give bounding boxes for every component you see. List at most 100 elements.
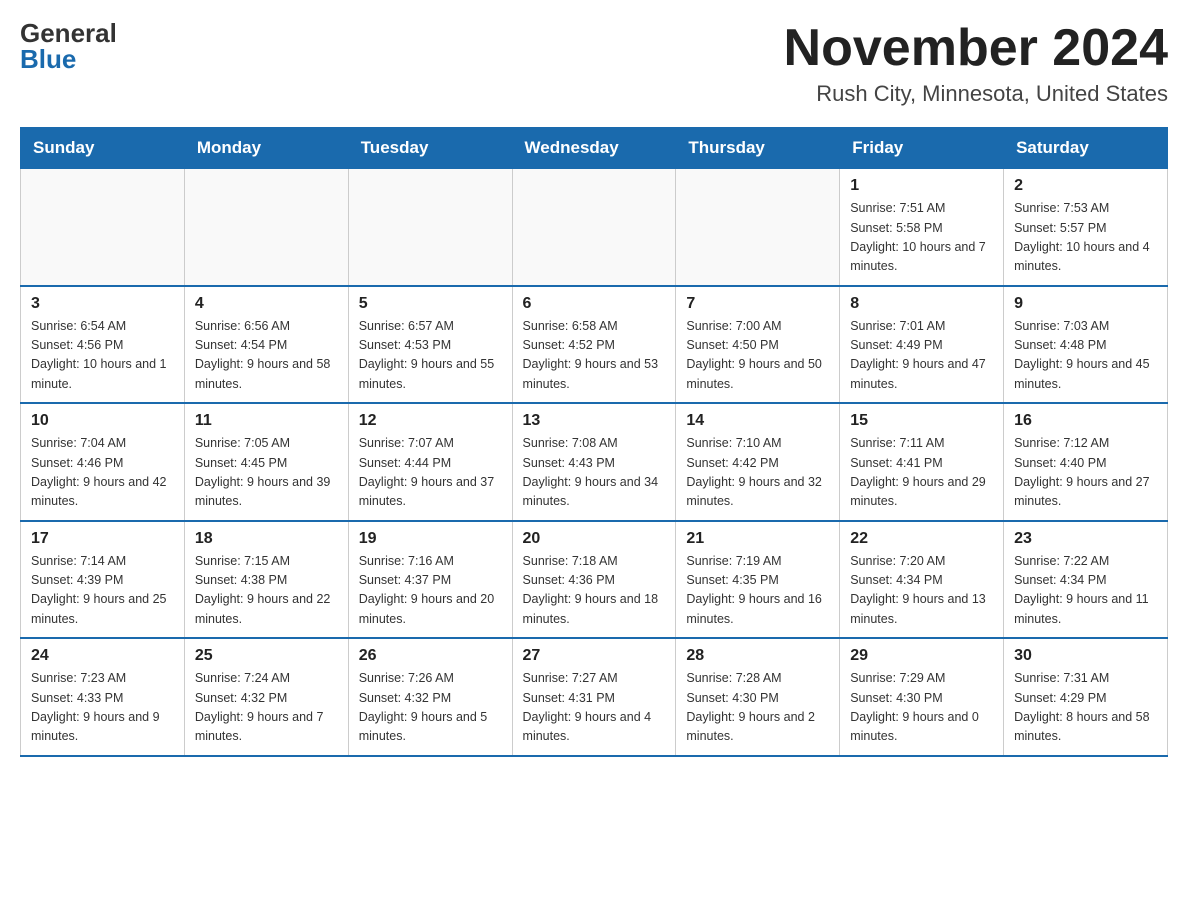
- day-info: Sunrise: 7:29 AMSunset: 4:30 PMDaylight:…: [850, 669, 993, 747]
- day-info: Sunrise: 6:58 AMSunset: 4:52 PMDaylight:…: [523, 317, 666, 395]
- calendar-cell: 19 Sunrise: 7:16 AMSunset: 4:37 PMDayligh…: [348, 521, 512, 639]
- day-number: 3: [31, 295, 174, 313]
- day-number: 26: [359, 647, 502, 665]
- calendar-cell: 29 Sunrise: 7:29 AMSunset: 4:30 PMDayligh…: [840, 638, 1004, 756]
- day-info: Sunrise: 7:04 AMSunset: 4:46 PMDaylight:…: [31, 434, 174, 512]
- calendar-cell: 24Sunrise: 7:23 AMSunset: 4:33 PMDayligh…: [21, 638, 185, 756]
- day-number: 27: [523, 647, 666, 665]
- calendar-week-row: 1Sunrise: 7:51 AMSunset: 5:58 PMDaylight…: [21, 169, 1168, 286]
- day-number: 12: [359, 412, 502, 430]
- calendar-cell: 4Sunrise: 6:56 AMSunset: 4:54 PMDaylight…: [184, 286, 348, 404]
- day-number: 6: [523, 295, 666, 313]
- calendar-cell: 18Sunrise: 7:15 AMSunset: 4:38 PMDayligh…: [184, 521, 348, 639]
- calendar-cell: 1Sunrise: 7:51 AMSunset: 5:58 PMDaylight…: [840, 169, 1004, 286]
- day-info: Sunrise: 7:31 AMSunset: 4:29 PMDaylight:…: [1014, 669, 1157, 747]
- calendar-cell: 2 Sunrise: 7:53 AMSunset: 5:57 PMDaylight…: [1004, 169, 1168, 286]
- calendar-cell: 7 Sunrise: 7:00 AMSunset: 4:50 PMDaylight…: [676, 286, 840, 404]
- title-block: November 2024 Rush City, Minnesota, Unit…: [784, 20, 1168, 107]
- day-number: 8: [850, 295, 993, 313]
- calendar-cell: 8Sunrise: 7:01 AMSunset: 4:49 PMDaylight…: [840, 286, 1004, 404]
- day-number: 25: [195, 647, 338, 665]
- calendar-table: SundayMondayTuesdayWednesdayThursdayFrid…: [20, 127, 1168, 757]
- day-info: Sunrise: 7:19 AMSunset: 4:35 PMDaylight:…: [686, 552, 829, 630]
- day-number: 11: [195, 412, 338, 430]
- calendar-cell: 27Sunrise: 7:27 AMSunset: 4:31 PMDayligh…: [512, 638, 676, 756]
- day-number: 10: [31, 412, 174, 430]
- day-info: Sunrise: 7:05 AMSunset: 4:45 PMDaylight:…: [195, 434, 338, 512]
- weekday-header-tuesday: Tuesday: [348, 128, 512, 169]
- weekday-header-sunday: Sunday: [21, 128, 185, 169]
- weekday-header-saturday: Saturday: [1004, 128, 1168, 169]
- month-title: November 2024: [784, 20, 1168, 77]
- day-info: Sunrise: 7:23 AMSunset: 4:33 PMDaylight:…: [31, 669, 174, 747]
- day-number: 20: [523, 530, 666, 548]
- day-info: Sunrise: 7:00 AMSunset: 4:50 PMDaylight:…: [686, 317, 829, 395]
- calendar-cell: 17Sunrise: 7:14 AMSunset: 4:39 PMDayligh…: [21, 521, 185, 639]
- calendar-cell: [348, 169, 512, 286]
- calendar-cell: 23 Sunrise: 7:22 AMSunset: 4:34 PMDayligh…: [1004, 521, 1168, 639]
- day-info: Sunrise: 7:18 AMSunset: 4:36 PMDaylight:…: [523, 552, 666, 630]
- day-info: Sunrise: 7:11 AMSunset: 4:41 PMDaylight:…: [850, 434, 993, 512]
- calendar-cell: 22 Sunrise: 7:20 AMSunset: 4:34 PMDayligh…: [840, 521, 1004, 639]
- calendar-week-row: 3 Sunrise: 6:54 AMSunset: 4:56 PMDaylight…: [21, 286, 1168, 404]
- calendar-week-row: 17Sunrise: 7:14 AMSunset: 4:39 PMDayligh…: [21, 521, 1168, 639]
- day-info: Sunrise: 7:20 AMSunset: 4:34 PMDaylight:…: [850, 552, 993, 630]
- calendar-cell: 14Sunrise: 7:10 AMSunset: 4:42 PMDayligh…: [676, 403, 840, 521]
- day-number: 30: [1014, 647, 1157, 665]
- calendar-cell: [512, 169, 676, 286]
- calendar-cell: 6 Sunrise: 6:58 AMSunset: 4:52 PMDaylight…: [512, 286, 676, 404]
- day-number: 13: [523, 412, 666, 430]
- day-info: Sunrise: 7:15 AMSunset: 4:38 PMDaylight:…: [195, 552, 338, 630]
- weekday-header-row: SundayMondayTuesdayWednesdayThursdayFrid…: [21, 128, 1168, 169]
- calendar-cell: 11 Sunrise: 7:05 AMSunset: 4:45 PMDayligh…: [184, 403, 348, 521]
- day-info: Sunrise: 7:22 AMSunset: 4:34 PMDaylight:…: [1014, 552, 1157, 630]
- calendar-header: SundayMondayTuesdayWednesdayThursdayFrid…: [21, 128, 1168, 169]
- day-number: 22: [850, 530, 993, 548]
- day-number: 29: [850, 647, 993, 665]
- logo: General Blue: [20, 20, 117, 72]
- calendar-cell: 25 Sunrise: 7:24 AMSunset: 4:32 PMDayligh…: [184, 638, 348, 756]
- weekday-header-monday: Monday: [184, 128, 348, 169]
- location-title: Rush City, Minnesota, United States: [784, 81, 1168, 107]
- day-number: 5: [359, 295, 502, 313]
- day-number: 23: [1014, 530, 1157, 548]
- weekday-header-friday: Friday: [840, 128, 1004, 169]
- day-info: Sunrise: 7:51 AMSunset: 5:58 PMDaylight:…: [850, 199, 993, 277]
- day-info: Sunrise: 7:07 AMSunset: 4:44 PMDaylight:…: [359, 434, 502, 512]
- calendar-cell: 30 Sunrise: 7:31 AMSunset: 4:29 PMDayligh…: [1004, 638, 1168, 756]
- calendar-week-row: 24Sunrise: 7:23 AMSunset: 4:33 PMDayligh…: [21, 638, 1168, 756]
- day-number: 2: [1014, 177, 1157, 195]
- day-number: 7: [686, 295, 829, 313]
- page-header: General Blue November 2024 Rush City, Mi…: [20, 20, 1168, 107]
- calendar-cell: 16 Sunrise: 7:12 AMSunset: 4:40 PMDayligh…: [1004, 403, 1168, 521]
- calendar-cell: 15Sunrise: 7:11 AMSunset: 4:41 PMDayligh…: [840, 403, 1004, 521]
- day-info: Sunrise: 7:03 AMSunset: 4:48 PMDaylight:…: [1014, 317, 1157, 395]
- day-number: 19: [359, 530, 502, 548]
- calendar-cell: [676, 169, 840, 286]
- day-number: 16: [1014, 412, 1157, 430]
- day-info: Sunrise: 7:14 AMSunset: 4:39 PMDaylight:…: [31, 552, 174, 630]
- day-number: 21: [686, 530, 829, 548]
- calendar-cell: 20 Sunrise: 7:18 AMSunset: 4:36 PMDayligh…: [512, 521, 676, 639]
- day-info: Sunrise: 7:53 AMSunset: 5:57 PMDaylight:…: [1014, 199, 1157, 277]
- day-info: Sunrise: 6:57 AMSunset: 4:53 PMDaylight:…: [359, 317, 502, 395]
- weekday-header-wednesday: Wednesday: [512, 128, 676, 169]
- calendar-cell: 28 Sunrise: 7:28 AMSunset: 4:30 PMDayligh…: [676, 638, 840, 756]
- day-info: Sunrise: 7:12 AMSunset: 4:40 PMDaylight:…: [1014, 434, 1157, 512]
- day-info: Sunrise: 7:10 AMSunset: 4:42 PMDaylight:…: [686, 434, 829, 512]
- day-info: Sunrise: 7:24 AMSunset: 4:32 PMDaylight:…: [195, 669, 338, 747]
- day-info: Sunrise: 7:28 AMSunset: 4:30 PMDaylight:…: [686, 669, 829, 747]
- calendar-body: 1Sunrise: 7:51 AMSunset: 5:58 PMDaylight…: [21, 169, 1168, 756]
- calendar-cell: 26Sunrise: 7:26 AMSunset: 4:32 PMDayligh…: [348, 638, 512, 756]
- calendar-cell: 10 Sunrise: 7:04 AMSunset: 4:46 PMDayligh…: [21, 403, 185, 521]
- day-info: Sunrise: 6:54 AMSunset: 4:56 PMDaylight:…: [31, 317, 174, 395]
- day-info: Sunrise: 6:56 AMSunset: 4:54 PMDaylight:…: [195, 317, 338, 395]
- calendar-cell: 3 Sunrise: 6:54 AMSunset: 4:56 PMDaylight…: [21, 286, 185, 404]
- day-number: 9: [1014, 295, 1157, 313]
- day-info: Sunrise: 7:16 AMSunset: 4:37 PMDaylight:…: [359, 552, 502, 630]
- logo-general-text: General: [20, 20, 117, 46]
- calendar-cell: [21, 169, 185, 286]
- weekday-header-thursday: Thursday: [676, 128, 840, 169]
- day-number: 28: [686, 647, 829, 665]
- calendar-week-row: 10 Sunrise: 7:04 AMSunset: 4:46 PMDayligh…: [21, 403, 1168, 521]
